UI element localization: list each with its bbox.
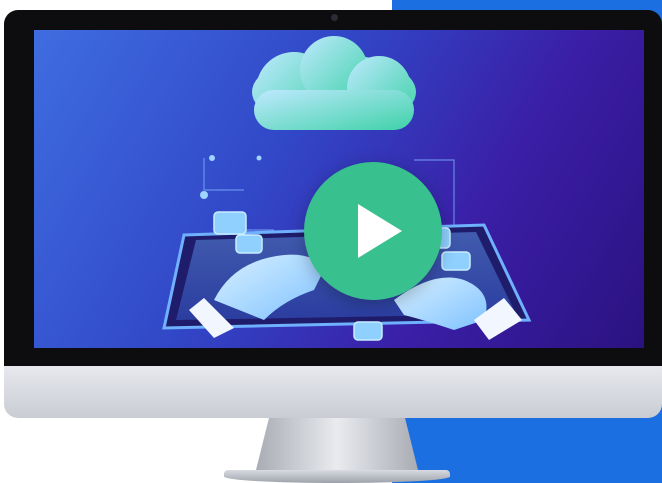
play-button[interactable]	[304, 162, 442, 300]
video-thumbnail[interactable]	[34, 30, 644, 348]
cloud-icon	[252, 36, 416, 130]
monitor-chin	[4, 366, 662, 418]
monitor-stand	[256, 418, 418, 470]
monitor-mockup	[0, 0, 662, 483]
monitor-stand-base	[224, 470, 450, 483]
play-icon	[358, 204, 402, 258]
webcam-icon	[331, 14, 338, 21]
